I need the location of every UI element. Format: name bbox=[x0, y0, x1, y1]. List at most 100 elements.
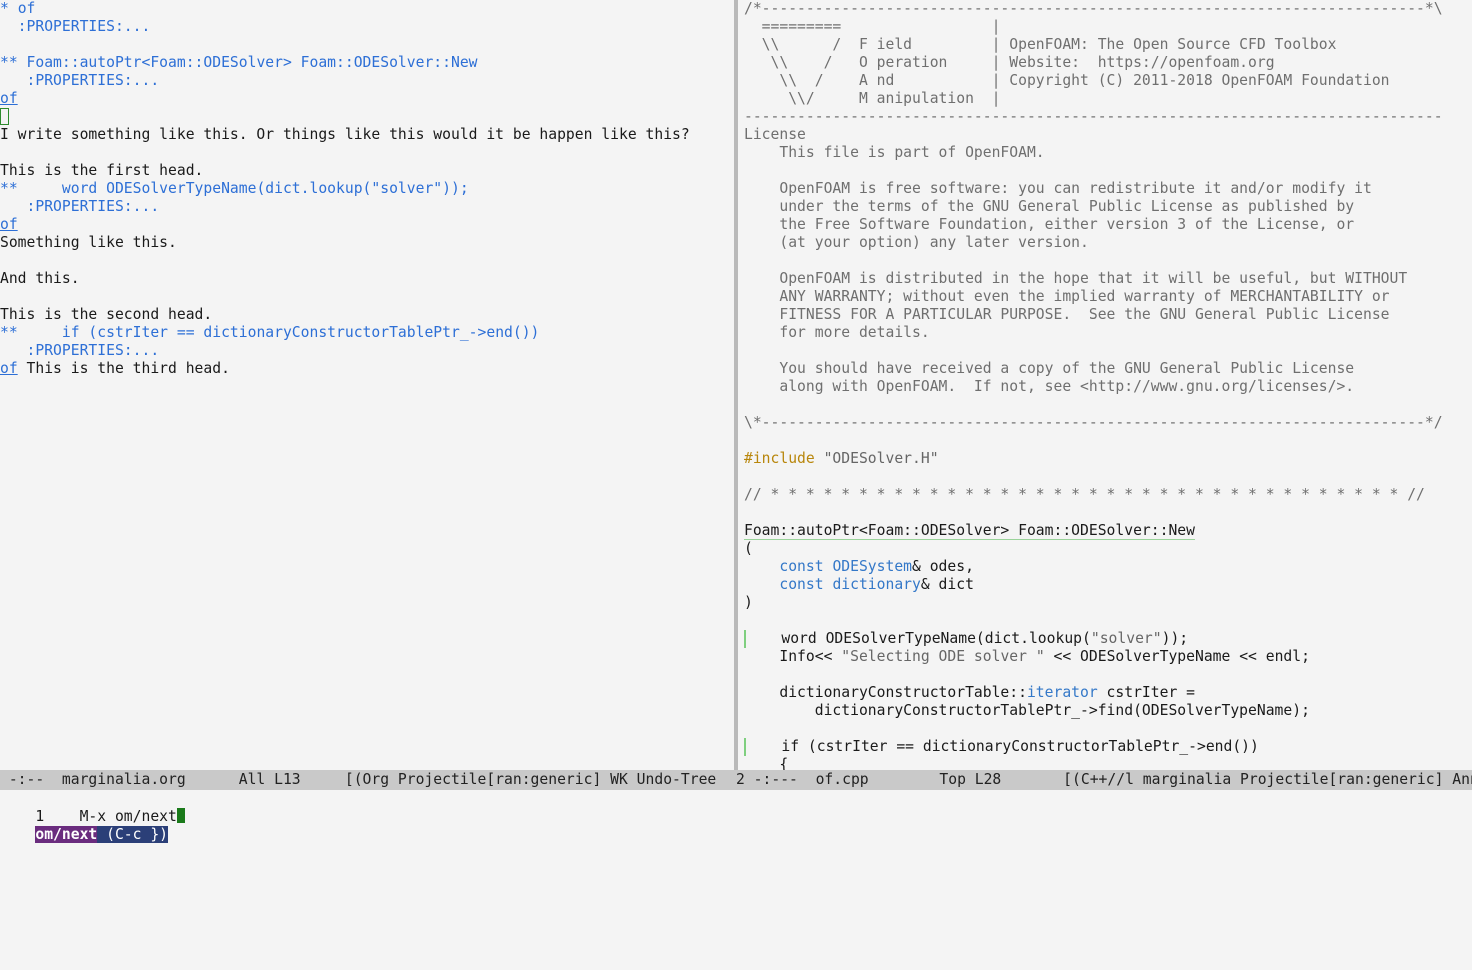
param-text: & dict bbox=[920, 576, 974, 593]
org-text: This is the second head. bbox=[0, 306, 213, 323]
preprocessor-directive: #include bbox=[744, 450, 815, 467]
window-divider[interactable] bbox=[734, 0, 738, 770]
include-file: "ODESolver.H" bbox=[814, 450, 939, 467]
code-line: the Free Software Foundation, either ver… bbox=[744, 216, 1354, 234]
comment-text: the Free Software Foundation, either ver… bbox=[744, 216, 1355, 233]
org-line: I write something like this. Or things l… bbox=[0, 126, 690, 144]
org-text: This is the third head. bbox=[17, 360, 230, 377]
org-line: of bbox=[0, 90, 18, 108]
candidate-keybinding: (C-c }) bbox=[97, 826, 169, 843]
heading-stars: * bbox=[0, 0, 18, 17]
candidate-name[interactable]: om/next bbox=[35, 826, 98, 843]
org-text: Something like this. bbox=[0, 234, 177, 251]
org-heading[interactable]: ** Foam::autoPtr<Foam::ODESolver> Foam::… bbox=[0, 54, 478, 72]
comment-text: \\/ M anipulation | bbox=[744, 90, 1001, 107]
completion-candidate[interactable]: om/next (C-c }) bbox=[0, 808, 169, 843]
code-line: License bbox=[744, 126, 806, 144]
code-text: Info<< bbox=[744, 648, 842, 665]
code-text: ) bbox=[744, 594, 753, 611]
heading-text: of bbox=[17, 0, 36, 17]
code-line: (at your option) any later version. bbox=[744, 234, 1089, 252]
comment-text: along with OpenFOAM. If not, see <http:/… bbox=[744, 378, 1355, 395]
code-line: { bbox=[744, 756, 788, 770]
code-line: const dictionary& dict bbox=[744, 576, 974, 594]
code-line: #include "ODESolver.H" bbox=[744, 450, 939, 468]
comment-text: OpenFOAM is free software: you can redis… bbox=[744, 180, 1372, 197]
properties-drawer[interactable]: :PROPERTIES:... bbox=[0, 18, 151, 36]
org-link[interactable]: of bbox=[0, 360, 18, 377]
annotated-code-line[interactable]: if (cstrIter == dictionaryConstructorTab… bbox=[744, 738, 1259, 756]
org-text: And this. bbox=[0, 270, 80, 287]
properties-text: :PROPERTIES:... bbox=[0, 72, 160, 89]
code-text: { bbox=[744, 756, 789, 770]
minibuffer-prompt-line[interactable]: 1 M-x om/next bbox=[0, 790, 185, 825]
comment-text: under the terms of the GNU General Publi… bbox=[744, 198, 1355, 215]
comment-text: OpenFOAM is distributed in the hope that… bbox=[744, 270, 1408, 287]
code-line: dictionaryConstructorTablePtr_->find(ODE… bbox=[744, 702, 1310, 720]
code-line: dictionaryConstructorTable::iterator cst… bbox=[744, 684, 1195, 702]
org-line: And this. bbox=[0, 270, 80, 288]
function-definition[interactable]: Foam::autoPtr<Foam::ODESolver> Foam::ODE… bbox=[744, 522, 1195, 540]
org-text: This is the first head. bbox=[0, 162, 204, 179]
keyword: const bbox=[744, 576, 833, 593]
code-line: ANY WARRANTY; without even the implied w… bbox=[744, 288, 1390, 306]
properties-text: :PROPERTIES:... bbox=[0, 198, 160, 215]
code-text: dictionaryConstructorTablePtr_->find(ODE… bbox=[744, 702, 1310, 719]
type-name: ODESystem bbox=[832, 558, 913, 575]
org-heading[interactable]: ** word ODESolverTypeName(dict.lookup("s… bbox=[0, 180, 469, 198]
code-line: // * * * * * * * * * * * * * * * * * * *… bbox=[744, 486, 1425, 504]
code-line: under the terms of the GNU General Publi… bbox=[744, 198, 1354, 216]
org-line bbox=[0, 108, 9, 126]
text-cursor bbox=[176, 808, 185, 823]
code-line: OpenFOAM is free software: you can redis… bbox=[744, 180, 1372, 198]
code-line: This file is part of OpenFOAM. bbox=[744, 144, 1045, 162]
code-line: \\ / O peration | Website: https://openf… bbox=[744, 54, 1275, 72]
code-line: \*--------------------------------------… bbox=[744, 414, 1443, 432]
annotated-code-line[interactable]: word ODESolverTypeName(dict.lookup("solv… bbox=[744, 630, 1188, 648]
code-line: FITNESS FOR A PARTICULAR PURPOSE. See th… bbox=[744, 306, 1390, 324]
properties-drawer[interactable]: :PROPERTIES:... bbox=[0, 198, 160, 216]
code-line: /*--------------------------------------… bbox=[744, 0, 1443, 18]
type-name: iterator bbox=[1026, 684, 1098, 701]
comment-text: FITNESS FOR A PARTICULAR PURPOSE. See th… bbox=[744, 306, 1390, 323]
type-name: dictionary bbox=[832, 576, 921, 593]
modeline-right: 2 -:--- of.cpp Top L28 [(C++//l marginal… bbox=[736, 770, 1472, 790]
comment-text: // * * * * * * * * * * * * * * * * * * *… bbox=[744, 486, 1425, 503]
comment-text: \\ / F ield | OpenFOAM: The Open Source … bbox=[744, 36, 1337, 53]
code-text: << ODESolverTypeName << endl; bbox=[1044, 648, 1310, 665]
org-buffer-pane[interactable]: * of :PROPERTIES:... ** Foam::autoPtr<Foa… bbox=[0, 0, 734, 770]
string-literal: "solver" bbox=[1090, 630, 1162, 647]
code-line: along with OpenFOAM. If not, see <http:/… bbox=[744, 378, 1354, 396]
code-text: dictionaryConstructorTable:: bbox=[744, 684, 1027, 701]
org-link[interactable]: of bbox=[0, 216, 18, 233]
properties-drawer[interactable]: :PROPERTIES:... bbox=[0, 342, 160, 360]
org-text: I write something like this. Or things l… bbox=[0, 126, 690, 143]
comment-text: License bbox=[744, 126, 806, 143]
heading-text: Foam::autoPtr<Foam::ODESolver> Foam::ODE… bbox=[26, 54, 478, 71]
code-line: \\/ M anipulation | bbox=[744, 90, 1000, 108]
org-heading[interactable]: ** if (cstrIter == dictionaryConstructor… bbox=[0, 324, 539, 342]
org-line: This is the second head. bbox=[0, 306, 212, 324]
code-line: const ODESystem& odes, bbox=[744, 558, 974, 576]
comment-text: ========= | bbox=[744, 18, 1001, 35]
comment-text: This file is part of OpenFOAM. bbox=[744, 144, 1045, 161]
heading-stars: ** bbox=[0, 324, 27, 341]
code-text: ( bbox=[744, 540, 753, 557]
comment-text: You should have received a copy of the G… bbox=[744, 360, 1355, 377]
cpp-buffer-pane[interactable]: /*--------------------------------------… bbox=[744, 0, 1472, 770]
code-line: OpenFOAM is distributed in the hope that… bbox=[744, 270, 1407, 288]
code-line: \\ / F ield | OpenFOAM: The Open Source … bbox=[744, 36, 1337, 54]
comment-text: /*--------------------------------------… bbox=[744, 0, 1443, 17]
org-heading[interactable]: * of bbox=[0, 0, 35, 18]
properties-drawer[interactable]: :PROPERTIES:... bbox=[0, 72, 160, 90]
code-text: cstrIter = bbox=[1097, 684, 1195, 701]
comment-text: ANY WARRANTY; without even the implied w… bbox=[744, 288, 1390, 305]
keyword: const bbox=[744, 558, 833, 575]
code-line: ========= | bbox=[744, 18, 1001, 36]
code-text: )); bbox=[1161, 630, 1189, 647]
heading-text: if (cstrIter == dictionaryConstructorTab… bbox=[26, 324, 540, 341]
code-line: for more details. bbox=[744, 324, 929, 342]
minibuffer[interactable]: 1 M-x om/next om/next (C-c }) bbox=[0, 790, 1472, 970]
heading-stars: ** bbox=[0, 54, 27, 71]
org-link[interactable]: of bbox=[0, 90, 18, 107]
